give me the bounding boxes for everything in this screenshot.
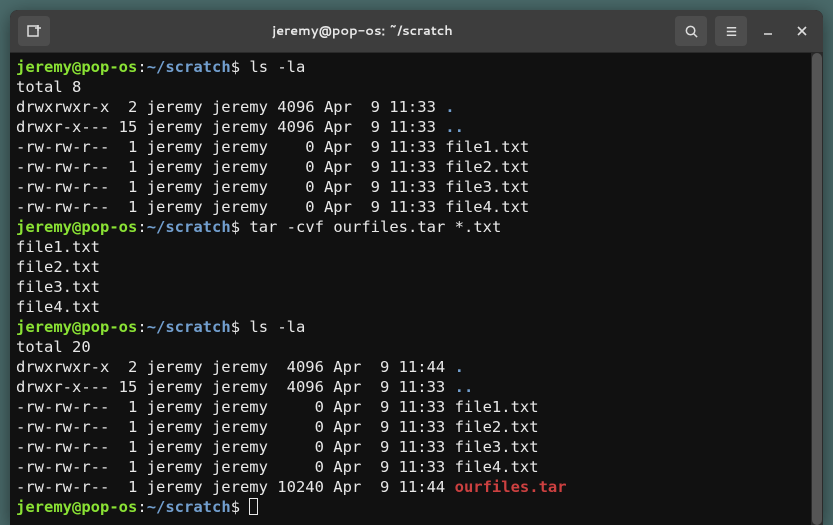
ls2-row: -rw-rw-r-- 1 jeremy jeremy 0 Apr 9 11:33… xyxy=(16,458,539,476)
prompt-colon: : xyxy=(137,318,146,336)
prompt-host: pop-os xyxy=(81,58,137,76)
minimize-button[interactable] xyxy=(753,16,783,46)
menu-button[interactable] xyxy=(715,16,747,46)
command-2: tar -cvf ourfiles.tar *.txt xyxy=(249,218,501,236)
prompt-at: @ xyxy=(72,498,81,516)
hamburger-icon xyxy=(724,24,739,39)
prompt-dollar: $ xyxy=(231,498,250,516)
prompt-path: ~/scratch xyxy=(147,58,231,76)
ls1-row: -rw-rw-r-- 1 jeremy jeremy 0 Apr 9 11:33… xyxy=(16,158,529,176)
window-titlebar[interactable]: jeremy@pop-os: ~/scratch xyxy=(10,10,823,53)
dir-current: . xyxy=(445,98,454,116)
dir-current: . xyxy=(455,358,464,376)
prompt-colon: : xyxy=(137,218,146,236)
ls1-row: drwxrwxr-x 2 jeremy jeremy 4096 Apr 9 11… xyxy=(16,98,445,116)
cursor xyxy=(249,498,258,515)
ls2-row: -rw-rw-r-- 1 jeremy jeremy 0 Apr 9 11:33… xyxy=(16,398,539,416)
ls1-row: -rw-rw-r-- 1 jeremy jeremy 0 Apr 9 11:33… xyxy=(16,198,529,216)
ls2-row: -rw-rw-r-- 1 jeremy jeremy 0 Apr 9 11:33… xyxy=(16,438,539,456)
prompt-at: @ xyxy=(72,318,81,336)
close-button[interactable] xyxy=(787,16,817,46)
terminal-window: jeremy@pop-os: ~/scratch xyxy=(10,10,823,525)
prompt-dollar: $ xyxy=(231,58,250,76)
prompt-dollar: $ xyxy=(231,318,250,336)
tar-row: file3.txt xyxy=(16,278,100,296)
prompt-host: pop-os xyxy=(81,498,137,516)
prompt-user: jeremy xyxy=(16,498,72,516)
search-button[interactable] xyxy=(675,16,707,46)
command-1: ls -la xyxy=(249,58,305,76)
prompt-host: pop-os xyxy=(81,218,137,236)
tar-row: file4.txt xyxy=(16,298,100,316)
prompt-user: jeremy xyxy=(16,218,72,236)
search-icon xyxy=(684,24,699,39)
ls1-row: -rw-rw-r-- 1 jeremy jeremy 0 Apr 9 11:33… xyxy=(16,138,529,156)
terminal-body-wrap: jeremy@pop-os:~/scratch$ ls -la total 8 … xyxy=(10,53,823,525)
window-title: jeremy@pop-os: ~/scratch xyxy=(52,22,673,40)
terminal-body[interactable]: jeremy@pop-os:~/scratch$ ls -la total 8 … xyxy=(10,53,811,525)
close-icon xyxy=(796,25,808,37)
archive-file: ourfiles.tar xyxy=(455,478,567,496)
prompt-path: ~/scratch xyxy=(147,498,231,516)
dir-parent: .. xyxy=(445,118,464,136)
ls2-row: drwxrwxr-x 2 jeremy jeremy 4096 Apr 9 11… xyxy=(16,358,455,376)
ls2-row: -rw-rw-r-- 1 jeremy jeremy 0 Apr 9 11:33… xyxy=(16,418,539,436)
prompt-user: jeremy xyxy=(16,318,72,336)
new-tab-button[interactable] xyxy=(18,16,50,46)
tar-row: file1.txt xyxy=(16,238,100,256)
dir-parent: .. xyxy=(455,378,474,396)
output-total-2: total 20 xyxy=(16,338,91,356)
ls1-row: drwxr-x--- 15 jeremy jeremy 4096 Apr 9 1… xyxy=(16,118,445,136)
prompt-path: ~/scratch xyxy=(147,218,231,236)
command-3: ls -la xyxy=(249,318,305,336)
minimize-icon xyxy=(762,25,774,37)
prompt-colon: : xyxy=(137,58,146,76)
prompt-host: pop-os xyxy=(81,318,137,336)
prompt-user: jeremy xyxy=(16,58,72,76)
scrollbar[interactable] xyxy=(811,53,823,525)
new-tab-icon xyxy=(26,23,42,39)
prompt-at: @ xyxy=(72,218,81,236)
prompt-dollar: $ xyxy=(231,218,250,236)
prompt-colon: : xyxy=(137,498,146,516)
titlebar-right-controls xyxy=(673,16,817,46)
ls1-row: -rw-rw-r-- 1 jeremy jeremy 0 Apr 9 11:33… xyxy=(16,178,529,196)
scroll-thumb[interactable] xyxy=(812,53,822,525)
ls2-row: drwxr-x--- 15 jeremy jeremy 4096 Apr 9 1… xyxy=(16,378,455,396)
output-total-1: total 8 xyxy=(16,78,81,96)
prompt-at: @ xyxy=(72,58,81,76)
tar-row: file2.txt xyxy=(16,258,100,276)
prompt-path: ~/scratch xyxy=(147,318,231,336)
ls2-row: -rw-rw-r-- 1 jeremy jeremy 10240 Apr 9 1… xyxy=(16,478,455,496)
